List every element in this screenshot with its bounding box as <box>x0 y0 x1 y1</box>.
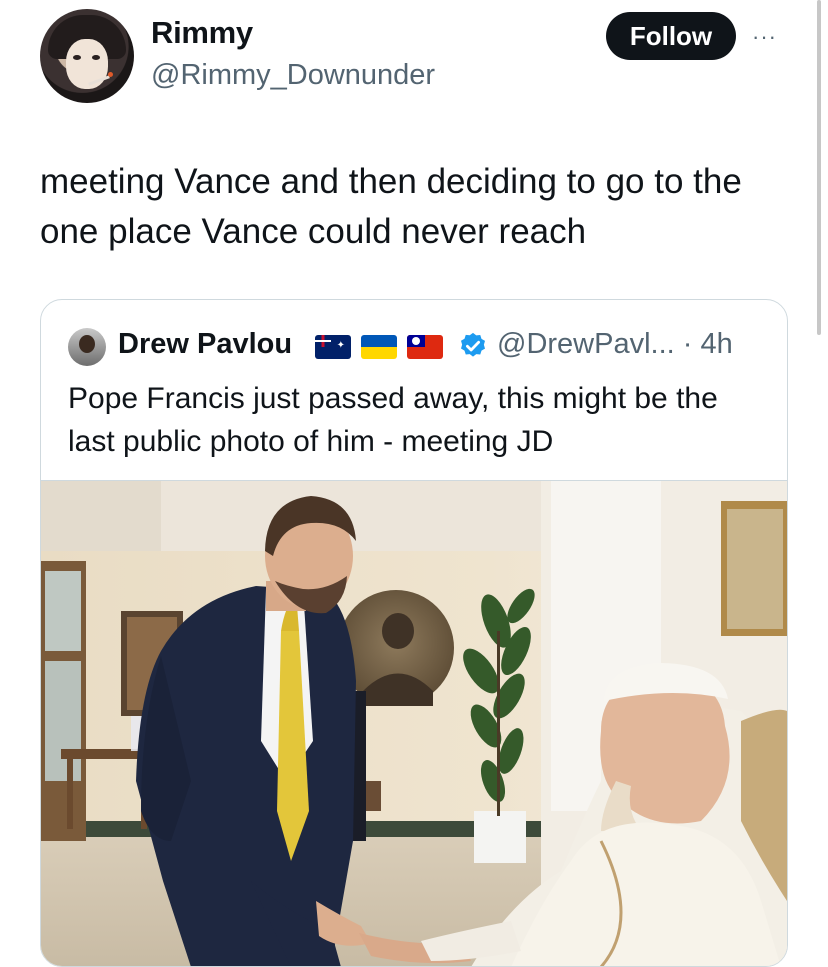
quoted-handle-and-time[interactable]: @DrewPavl... · 4h <box>497 328 733 361</box>
tweet-text: meeting Vance and then deciding to go to… <box>40 162 742 251</box>
follow-button[interactable]: Follow <box>606 12 736 60</box>
verified-badge-icon <box>461 332 485 357</box>
more-options-icon[interactable]: ··· <box>752 24 777 50</box>
author-avatar[interactable] <box>40 9 134 103</box>
quoted-tweet-photo[interactable] <box>41 480 787 967</box>
quoted-tweet[interactable]: Drew Pavlou ✦ @DrewPavl... · 4h Pope Fra… <box>40 299 788 967</box>
quoted-author-avatar[interactable] <box>68 328 106 366</box>
flag-taiwan-icon <box>407 335 443 359</box>
author-name[interactable]: Rimmy <box>151 15 253 51</box>
flag-australia-icon: ✦ <box>315 335 351 359</box>
author-handle[interactable]: @Rimmy_Downunder <box>151 59 435 92</box>
scrollbar-thumb[interactable] <box>817 0 821 335</box>
quoted-author-name[interactable]: Drew Pavlou <box>118 328 292 361</box>
flag-ukraine-icon <box>361 335 397 359</box>
quoted-tweet-text: Pope Francis just passed away, this migh… <box>68 382 718 458</box>
